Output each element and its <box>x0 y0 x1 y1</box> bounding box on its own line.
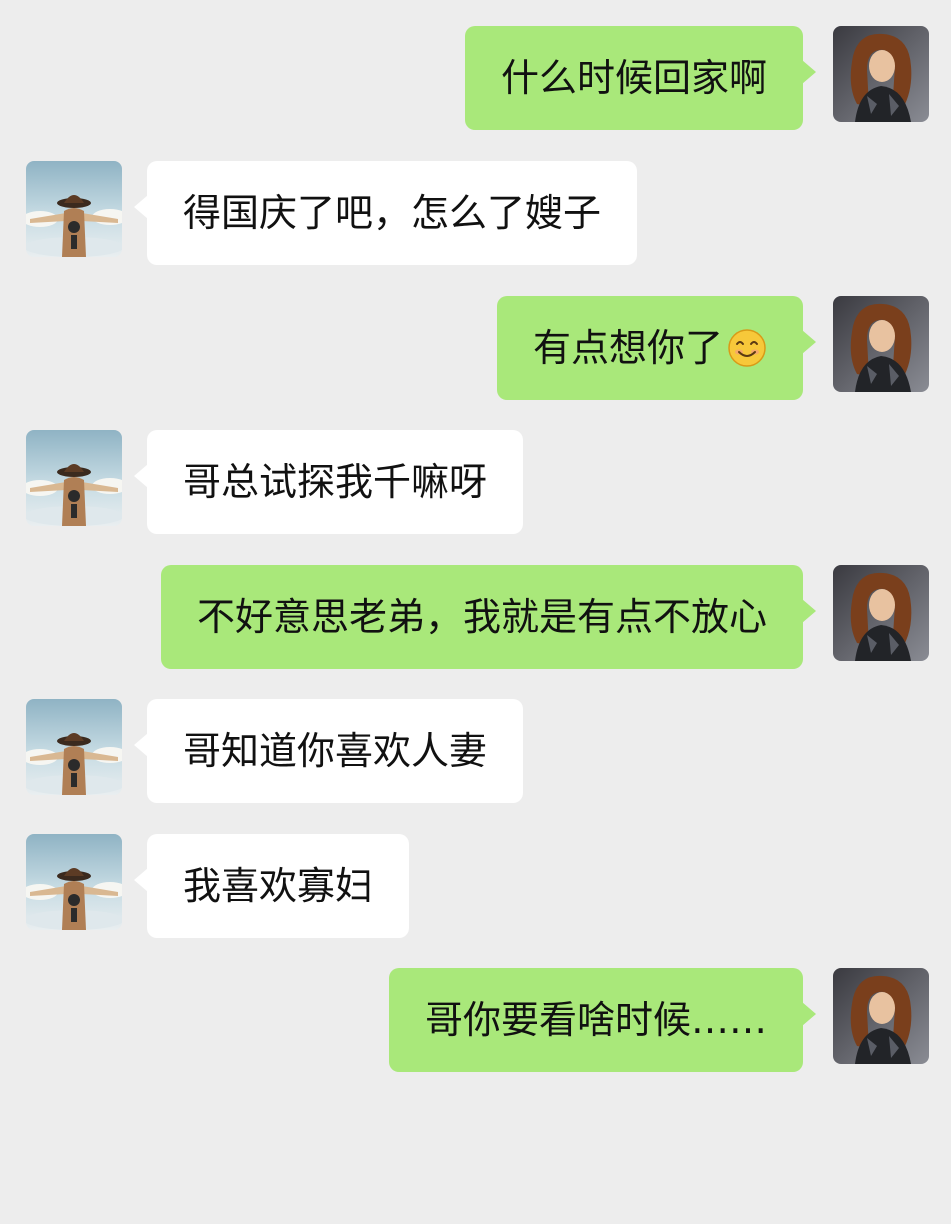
received-message-bubble[interactable]: 哥总试探我千嘛呀 <box>134 430 524 534</box>
bubble-tail <box>134 195 148 219</box>
bubble-tail <box>134 733 148 757</box>
received-message-bubble[interactable]: 我喜欢寡妇 <box>134 834 410 938</box>
sent-message-bubble[interactable]: 什么时候回家啊 <box>464 26 816 130</box>
sent-message-bubble[interactable]: 哥你要看啥时候…… <box>388 968 816 1072</box>
friend-avatar[interactable] <box>26 161 122 257</box>
bubble-tail <box>802 599 816 623</box>
bubble-tail <box>802 1002 816 1026</box>
message-text: 哥知道你喜欢人妻 <box>183 729 488 773</box>
smiling-face-icon <box>727 328 767 368</box>
chat-conversation: 什么时候回家啊 得国庆了吧，怎么了嫂子 有点想你了 哥总试探我千嘛呀 不好意思老… <box>0 0 951 1224</box>
message-row: 得国庆了吧，怎么了嫂子 <box>0 161 951 265</box>
message-text: 哥你要看啥时候…… <box>424 998 767 1042</box>
bubble-tail <box>134 464 148 488</box>
message-text: 什么时候回家啊 <box>500 56 767 100</box>
sent-message-bubble[interactable]: 不好意思老弟，我就是有点不放心 <box>160 565 816 669</box>
friend-avatar[interactable] <box>26 834 122 930</box>
received-message-bubble[interactable]: 得国庆了吧，怎么了嫂子 <box>134 161 638 265</box>
bubble-tail <box>802 60 816 84</box>
message-text: 哥总试探我千嘛呀 <box>183 460 488 504</box>
sent-message-bubble[interactable]: 有点想你了 <box>496 296 816 400</box>
message-text: 有点想你了 <box>532 326 723 370</box>
message-row: 不好意思老弟，我就是有点不放心 <box>0 565 951 669</box>
my-avatar[interactable] <box>833 26 929 122</box>
my-avatar[interactable] <box>833 968 929 1064</box>
message-row: 哥知道你喜欢人妻 <box>0 699 951 803</box>
friend-avatar[interactable] <box>26 699 122 795</box>
message-row: 我喜欢寡妇 <box>0 834 951 938</box>
my-avatar[interactable] <box>833 565 929 661</box>
message-row: 有点想你了 <box>0 296 951 400</box>
friend-avatar[interactable] <box>26 430 122 526</box>
message-row: 哥总试探我千嘛呀 <box>0 430 951 534</box>
message-row: 哥你要看啥时候…… <box>0 968 951 1072</box>
received-message-bubble[interactable]: 哥知道你喜欢人妻 <box>134 699 524 803</box>
message-text: 不好意思老弟，我就是有点不放心 <box>196 595 767 639</box>
my-avatar[interactable] <box>833 296 929 392</box>
bubble-tail <box>134 868 148 892</box>
message-text: 我喜欢寡妇 <box>183 864 374 908</box>
message-row: 什么时候回家啊 <box>0 26 951 130</box>
bubble-tail <box>802 330 816 354</box>
message-text: 得国庆了吧，怎么了嫂子 <box>183 191 602 235</box>
